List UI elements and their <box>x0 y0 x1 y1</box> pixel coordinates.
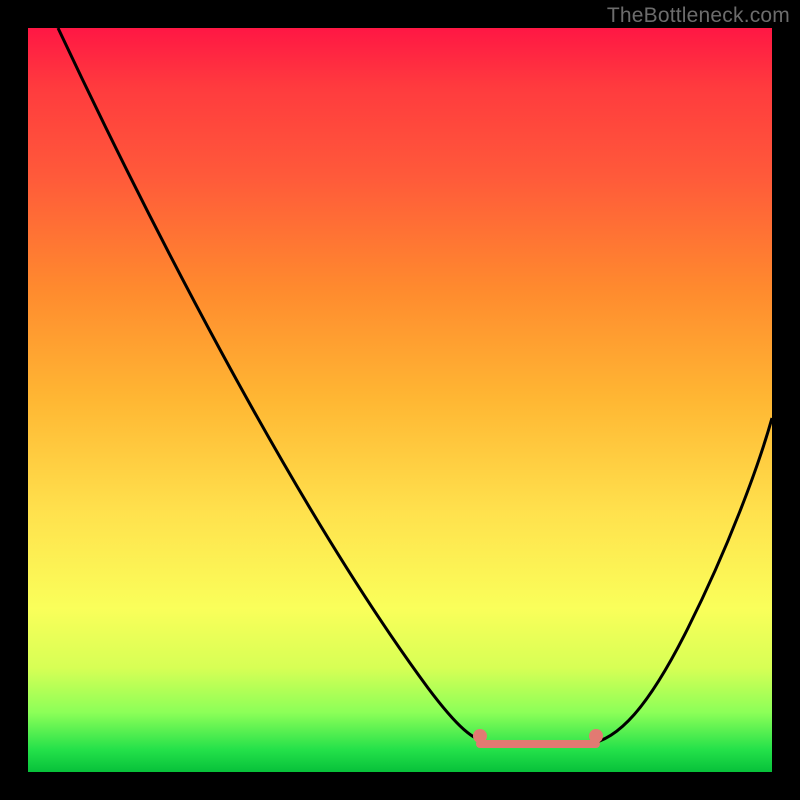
bottleneck-curve <box>28 28 772 772</box>
watermark-text: TheBottleneck.com <box>607 4 790 28</box>
plot-area <box>28 28 772 772</box>
chart-frame: TheBottleneck.com <box>0 0 800 800</box>
valley-dot-right <box>589 729 603 743</box>
valley-dot-left <box>473 729 487 743</box>
curve-path <box>58 28 772 744</box>
